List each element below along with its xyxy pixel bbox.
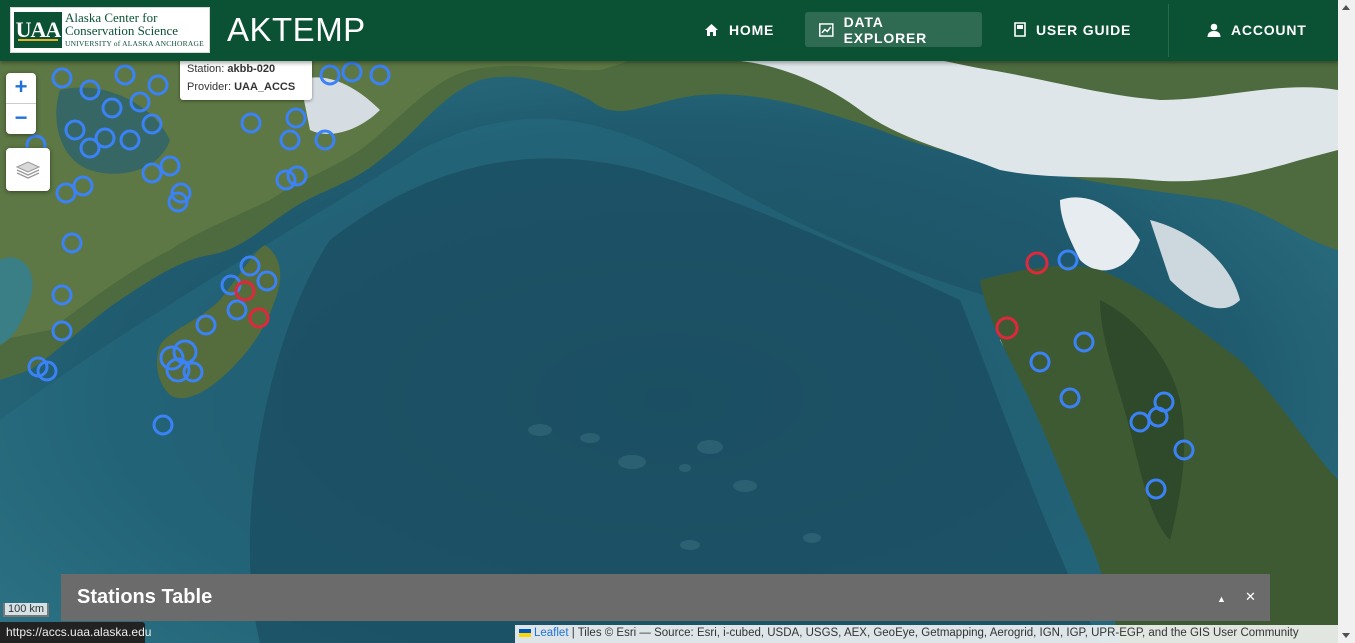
collapse-panel-button[interactable]: ▲ <box>1217 592 1226 606</box>
logo-line-2: Conservation Science <box>65 23 178 38</box>
zoom-in-button[interactable]: + <box>6 73 36 103</box>
app-title: AKTEMP <box>227 11 366 48</box>
nav-account[interactable]: ACCOUNT <box>1193 12 1321 47</box>
zoom-out-button[interactable]: − <box>6 103 36 134</box>
nav-home[interactable]: HOME <box>690 12 788 47</box>
station-tooltip: Station: akbb-020 Provider: UAA_ACCS <box>180 58 312 100</box>
app-header: UAA Alaska Center for Conservation Scien… <box>0 0 1338 61</box>
scale-bar: 100 km <box>3 603 49 617</box>
map[interactable]: + − Station: akbb-020 Provider: UAA_ACCS… <box>0 0 1338 643</box>
status-url: https://accs.uaa.alaska.edu <box>0 622 151 643</box>
scroll-down-arrow-icon[interactable] <box>1342 633 1350 638</box>
nav-account-label: ACCOUNT <box>1231 21 1307 38</box>
zoom-control: + − <box>6 73 36 134</box>
nav-user-guide[interactable]: USER GUIDE <box>1000 12 1145 47</box>
map-attribution: Leaflet | Tiles © Esri — Source: Esri, i… <box>515 625 1338 643</box>
leaflet-link[interactable]: Leaflet <box>534 627 569 639</box>
close-panel-button[interactable]: ✕ <box>1245 590 1256 604</box>
nav-data-explorer-label: DATA EXPLORER <box>843 13 928 46</box>
tooltip-station-value: akbb-020 <box>227 63 276 75</box>
uaa-logo-mark: UAA <box>14 12 62 48</box>
ukraine-flag-icon <box>519 628 531 637</box>
scroll-up-arrow-icon[interactable] <box>1342 5 1350 10</box>
nav-divider <box>1168 4 1169 57</box>
user-icon <box>1207 23 1221 37</box>
nav-home-label: HOME <box>729 21 775 38</box>
layers-button[interactable] <box>6 148 50 191</box>
nav-data-explorer[interactable]: DATA EXPLORER <box>805 12 982 47</box>
attribution-text: | Tiles © Esri — Source: Esri, i-cubed, … <box>571 627 1299 639</box>
logo-line-3: UNIVERSITY of ALASKA ANCHORAGE <box>65 39 204 48</box>
layers-icon <box>15 160 41 179</box>
tooltip-station-label: Station: <box>187 63 225 75</box>
tooltip-provider-value: UAA_ACCS <box>234 81 296 93</box>
book-icon <box>1014 22 1026 37</box>
uaa-logo[interactable]: UAA Alaska Center for Conservation Scien… <box>10 7 210 53</box>
chart-icon <box>819 22 834 37</box>
page-scrollbar[interactable] <box>1338 0 1355 643</box>
nav-user-guide-label: USER GUIDE <box>1036 21 1132 38</box>
stations-table-title[interactable]: Stations Table <box>77 586 212 609</box>
stations-table-panel: Stations Table ▲ ✕ <box>61 574 1270 621</box>
home-icon <box>705 23 718 36</box>
tooltip-provider-label: Provider: <box>187 81 232 93</box>
